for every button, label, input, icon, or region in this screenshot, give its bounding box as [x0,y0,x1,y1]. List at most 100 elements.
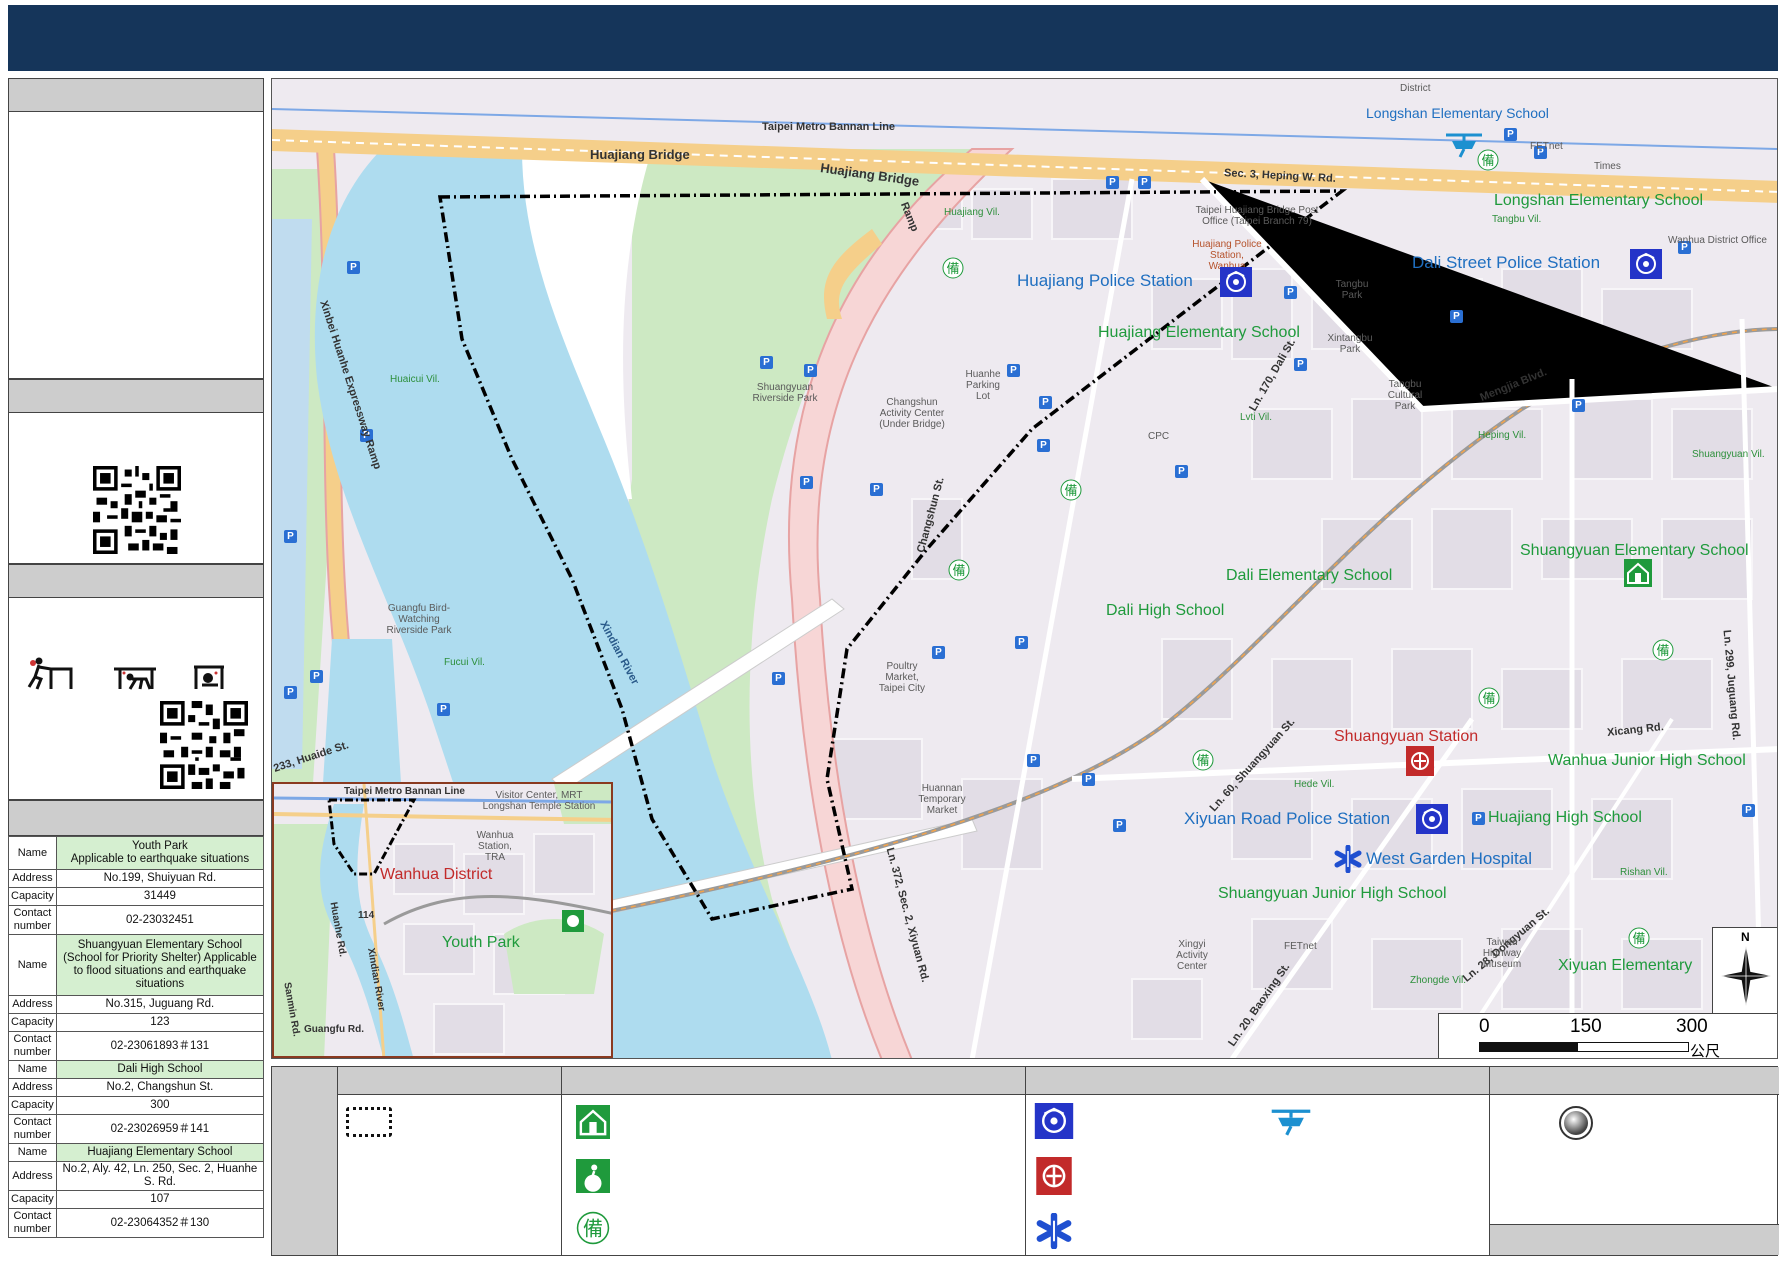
fire-station-icon [1406,746,1434,776]
point-marker-icon [1559,1106,1593,1140]
bridge-label: Huajiang Bridge [590,147,690,162]
left-panel-4-header [9,801,263,835]
map-area[interactable]: P P P P P P P P P P P P P P P P P P P P … [271,78,1778,1059]
scale-tick-150: 150 [1570,1016,1602,1037]
inset-114-label: 114 [358,910,375,921]
left-panel-4 [8,800,264,836]
boundary-symbol [346,1107,392,1137]
shelter-field-key: Address [8,1078,57,1097]
shelter-field-key: Contact number [8,1208,57,1238]
police-station-icon [1220,267,1252,297]
qr-code-icon[interactable] [93,466,181,554]
hospital-label: West Garden Hospital [1366,849,1532,868]
shelter-field-value: No.315, Juguang Rd. [55,995,265,1014]
shelter-field-value: No.199, Shuiyuan Rd. [55,869,265,888]
heping-vil-label: Heping Vil. [1478,430,1527,441]
svg-text:備: 備 [1656,643,1669,659]
parking-icon: P [1082,773,1095,786]
legend-col-2: 備 [561,1067,1025,1255]
svg-text:備: 備 [946,261,959,277]
shelter-field-key: Address [8,1161,57,1191]
parking-icon: P [760,356,773,369]
shelter-building-icon [1624,559,1652,587]
fire-station-icon [1036,1157,1072,1195]
helicopter-icon [1271,1109,1311,1136]
shelter-tent-icon: 備 [948,559,970,581]
zhongde-vil-label: Zhongde Vil. [1410,975,1466,986]
fetnet-label: FETnet [1284,941,1317,952]
taiwan-museum-label: Taiwan Highway Museum [1482,937,1522,970]
post-office-label: Taipei Huajiang Bridge Post Office (Taip… [1195,205,1319,227]
svg-text:備: 備 [1064,483,1077,499]
parking-icon: P [1039,396,1052,409]
shelter-field-value: 02-23061893＃131 [55,1031,265,1061]
legend-panel: 備 [271,1066,1779,1256]
shelter-row: Address No.2, Aly. 42, Ln. 250, Sec. 2, H… [8,1161,265,1191]
shelter-row: Name Dali High School [8,1060,265,1079]
shelter-field-value: 02-23032451 [55,905,265,935]
longshan-es-label-1: Longshan Elementary School [1366,105,1549,121]
north-label: N [1741,930,1750,944]
shelter-field-key: Contact number [8,1114,57,1144]
shelter-tent-icon: 備 [576,1211,610,1245]
parking-icon: P [1284,286,1297,299]
parking-icon: P [870,483,883,496]
dali-es-label: Dali Elementary School [1226,567,1393,584]
parking-icon: P [1106,176,1119,189]
svg-text:備: 備 [583,1217,603,1241]
huajiang-police-label: Huajiang Police Station [1017,271,1193,290]
shuangyuan-es-label: Shuangyuan Elementary School [1520,542,1749,559]
huanhe-parking-label: Huanhe Parking Lot [965,369,1001,402]
hospital-icon [1334,845,1362,873]
shelter-tent-icon: 備 [1628,927,1650,949]
shelter-tent-icon: 備 [1478,687,1500,709]
inset-map-base [274,784,611,1056]
parking-icon: P [1015,636,1028,649]
parking-icon: P [1294,358,1307,371]
rishan-vil-label: Rishan Vil. [1620,867,1668,878]
title-bar [8,5,1778,71]
left-panel-2-header [9,380,263,413]
shelter-row: Name Huajiang Elementary School [8,1143,265,1162]
shelter-row: Capacity 123 [8,1013,265,1032]
parking-icon: P [1450,310,1463,323]
xingyi-center-label: Xingyi Activity Center [1176,939,1208,972]
shelter-row: Capacity 300 [8,1096,265,1115]
inset-wanhua-district-label: Wanhua District [380,866,493,883]
parking-icon: P [932,646,945,659]
shelter-field-key: Name [8,1143,57,1162]
shuangyuan-vil-label: Shuangyuan Vil. [1692,449,1765,460]
xintangbu-park-label: Xintangbu Park [1327,333,1373,355]
shelter-row: Address No.315, Juguang Rd. [8,995,265,1014]
inset-metro-label: Taipei Metro Bannan Line [344,786,465,797]
shelter-field-value: 02-23026959＃141 [55,1114,265,1144]
shuangyuan-station-label: Shuangyuan Station [1334,728,1479,745]
parking-icon: P [1572,399,1585,412]
shelter-field-value: 300 [55,1096,265,1115]
parking-icon: P [1037,439,1050,452]
parking-icon: P [1138,176,1151,189]
shelter-tent-icon: 備 [1652,639,1674,661]
shelter-field-key: Address [8,869,57,888]
shelter-field-key: Capacity [8,887,57,906]
dali-police-label: Dali Street Police Station [1412,253,1601,272]
legend-col-4-footer [1490,1224,1779,1255]
shelter-field-key: Capacity [8,1096,57,1115]
huajiang-hs-label: Huajiang High School [1488,809,1642,826]
shelter-row: Capacity 107 [8,1190,265,1209]
left-panel-1 [8,78,264,379]
parking-icon: P [284,530,297,543]
fetnet-label-2: FETnet [1530,141,1563,152]
inset-map[interactable]: Taipei Metro Bannan Line Visitor Center,… [272,782,613,1058]
parking-icon: P [800,476,813,489]
left-panel-3 [8,564,264,800]
district-office-label: Wanhua District Office [1668,235,1767,246]
svg-text:備: 備 [1196,753,1209,769]
shelter-building-icon [576,1105,610,1139]
shelter-field-value: No.2, Aly. 42, Ln. 250, Sec. 2, Huanhe S… [55,1161,265,1191]
legend-col-1 [337,1067,561,1255]
shelter-field-value: No.2, Changshun St. [55,1078,265,1097]
scale-bar-fill [1479,1042,1577,1052]
qr-code-icon-2[interactable] [160,701,248,789]
inset-wanhua-station-label: Wanhua Station, TRA [476,830,514,863]
